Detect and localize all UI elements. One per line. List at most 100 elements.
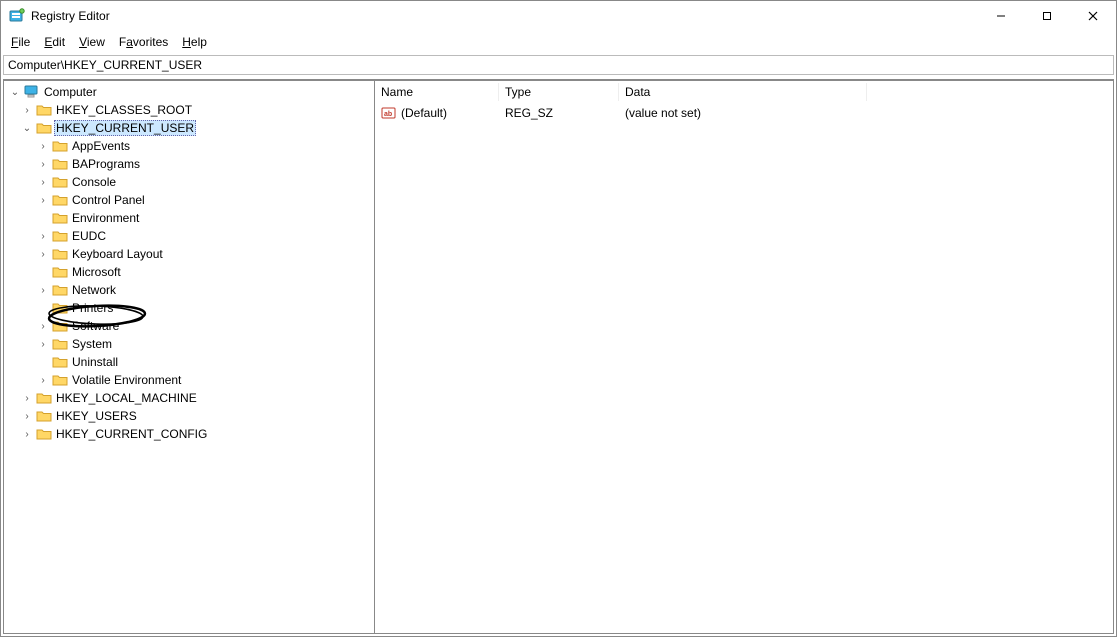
- address-text: Computer\HKEY_CURRENT_USER: [8, 58, 202, 72]
- folder-icon: [52, 229, 68, 243]
- folder-icon: [36, 121, 52, 135]
- menu-edit[interactable]: Edit: [38, 33, 71, 51]
- folder-icon: [36, 391, 52, 405]
- folder-icon: [52, 337, 68, 351]
- tree-pane[interactable]: ⌄ Computer › HKEY_CLASSES_ROOT: [3, 80, 375, 634]
- folder-icon: [36, 409, 52, 423]
- folder-icon: [52, 301, 68, 315]
- tree-node-label: HKEY_CLASSES_ROOT: [54, 103, 194, 117]
- tree-hive-current-config[interactable]: › HKEY_CURRENT_CONFIG: [20, 425, 374, 443]
- tree-node-label: HKEY_CURRENT_CONFIG: [54, 427, 209, 441]
- folder-icon: [52, 319, 68, 333]
- tree-hive-users[interactable]: › HKEY_USERS: [20, 407, 374, 425]
- list-pane: Name Type Data ab (Default) REG_SZ (valu…: [375, 80, 1114, 634]
- window-title: Registry Editor: [31, 9, 978, 23]
- tree-node-label: Printers: [70, 301, 115, 315]
- chevron-right-icon[interactable]: ›: [36, 159, 50, 170]
- tree-node-label: HKEY_USERS: [54, 409, 139, 423]
- menu-favorites[interactable]: Favorites: [113, 33, 174, 51]
- tree-root-computer[interactable]: ⌄ Computer: [4, 83, 374, 101]
- app-icon: [9, 8, 25, 24]
- tree-subkey[interactable]: › Network: [36, 281, 374, 299]
- chevron-right-icon[interactable]: ›: [36, 285, 50, 296]
- tree-subkey[interactable]: › System: [36, 335, 374, 353]
- chevron-right-icon[interactable]: ›: [36, 249, 50, 260]
- list-body[interactable]: ab (Default) REG_SZ (value not set): [375, 103, 1113, 633]
- tree-node-label: Keyboard Layout: [70, 247, 165, 261]
- tree-node-label: Console: [70, 175, 118, 189]
- tree-subkey[interactable]: › Software: [36, 317, 374, 335]
- chevron-right-icon[interactable]: ›: [36, 231, 50, 242]
- split-pane: ⌄ Computer › HKEY_CLASSES_ROOT: [3, 79, 1114, 634]
- tree-node-label: Microsoft: [70, 265, 123, 279]
- tree-node-label: Network: [70, 283, 118, 297]
- tree-subkey[interactable]: Microsoft: [36, 263, 374, 281]
- col-name[interactable]: Name: [375, 83, 499, 101]
- col-type[interactable]: Type: [499, 83, 619, 101]
- computer-icon: [24, 85, 40, 99]
- chevron-right-icon[interactable]: ›: [20, 105, 34, 116]
- tree-hive-current-user[interactable]: ⌄ HKEY_CURRENT_USER: [20, 119, 374, 137]
- address-bar[interactable]: Computer\HKEY_CURRENT_USER: [3, 55, 1114, 75]
- maximize-button[interactable]: [1024, 1, 1070, 31]
- list-header[interactable]: Name Type Data: [375, 81, 1113, 103]
- reg-string-icon: ab: [381, 106, 397, 120]
- chevron-right-icon[interactable]: ›: [36, 339, 50, 350]
- tree-subkey[interactable]: › Control Panel: [36, 191, 374, 209]
- folder-icon: [52, 373, 68, 387]
- chevron-right-icon[interactable]: ›: [20, 393, 34, 404]
- value-name-cell: ab (Default): [375, 106, 499, 120]
- menu-view[interactable]: View: [73, 33, 111, 51]
- title-bar: Registry Editor: [1, 1, 1116, 31]
- tree-subkey[interactable]: › Keyboard Layout: [36, 245, 374, 263]
- chevron-down-icon[interactable]: ⌄: [8, 87, 22, 98]
- close-button[interactable]: [1070, 1, 1116, 31]
- window-controls: [978, 1, 1116, 31]
- folder-icon: [52, 139, 68, 153]
- chevron-right-icon[interactable]: ›: [36, 177, 50, 188]
- tree-node-label: Environment: [70, 211, 141, 225]
- folder-icon: [36, 103, 52, 117]
- tree-node-label: Software: [70, 319, 121, 333]
- tree-subkey[interactable]: › EUDC: [36, 227, 374, 245]
- folder-icon: [52, 211, 68, 225]
- folder-icon: [52, 175, 68, 189]
- svg-text:ab: ab: [384, 111, 392, 118]
- tree-subkey[interactable]: Environment: [36, 209, 374, 227]
- tree-subkey[interactable]: Uninstall: [36, 353, 374, 371]
- tree-node-label: AppEvents: [70, 139, 132, 153]
- tree-node-label: System: [70, 337, 114, 351]
- list-row[interactable]: ab (Default) REG_SZ (value not set): [375, 103, 1113, 122]
- folder-icon: [52, 355, 68, 369]
- tree-node-label: Uninstall: [70, 355, 120, 369]
- chevron-right-icon[interactable]: ›: [36, 141, 50, 152]
- folder-icon: [36, 427, 52, 441]
- tree-node-label: HKEY_LOCAL_MACHINE: [54, 391, 199, 405]
- tree-subkey[interactable]: › Console: [36, 173, 374, 191]
- chevron-down-icon[interactable]: ⌄: [20, 123, 34, 134]
- minimize-button[interactable]: [978, 1, 1024, 31]
- menu-file[interactable]: File: [5, 33, 36, 51]
- chevron-right-icon[interactable]: ›: [36, 195, 50, 206]
- value-type-cell: REG_SZ: [499, 106, 619, 120]
- tree-hive-local-machine[interactable]: › HKEY_LOCAL_MACHINE: [20, 389, 374, 407]
- menu-help[interactable]: Help: [176, 33, 213, 51]
- value-data-cell: (value not set): [619, 106, 1113, 120]
- tree-subkey[interactable]: › Volatile Environment: [36, 371, 374, 389]
- menu-bar: File Edit View Favorites Help: [1, 31, 1116, 53]
- tree-node-label: Control Panel: [70, 193, 147, 207]
- chevron-right-icon[interactable]: ›: [36, 321, 50, 332]
- tree-node-label: EUDC: [70, 229, 108, 243]
- folder-icon: [52, 265, 68, 279]
- col-data[interactable]: Data: [619, 83, 867, 101]
- chevron-right-icon[interactable]: ›: [20, 411, 34, 422]
- tree-node-label: Volatile Environment: [70, 373, 183, 387]
- tree-subkey[interactable]: Printers: [36, 299, 374, 317]
- chevron-right-icon[interactable]: ›: [20, 429, 34, 440]
- tree-subkey[interactable]: › AppEvents: [36, 137, 374, 155]
- folder-icon: [52, 193, 68, 207]
- tree-node-label: HKEY_CURRENT_USER: [54, 120, 196, 136]
- tree-hive-classes-root[interactable]: › HKEY_CLASSES_ROOT: [20, 101, 374, 119]
- tree-subkey[interactable]: › BAPrograms: [36, 155, 374, 173]
- chevron-right-icon[interactable]: ›: [36, 375, 50, 386]
